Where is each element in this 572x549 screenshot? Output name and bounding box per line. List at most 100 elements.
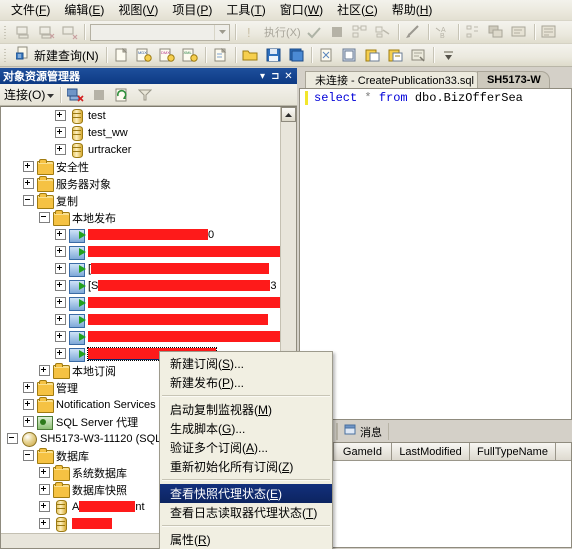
toolbar-overflow-icon[interactable] — [438, 46, 459, 65]
tree-node[interactable]: 安全性 — [1, 158, 281, 175]
connect-object-explorer-icon[interactable] — [13, 23, 34, 42]
tree-node[interactable] — [1, 243, 282, 260]
expand-plus-icon[interactable] — [39, 501, 50, 512]
copy-icon[interactable] — [339, 46, 360, 65]
tree-node[interactable]: test_ww — [1, 124, 281, 141]
publication-context-menu[interactable]: 新建订阅(S)... 新建发布(P)... 启动复制监视器(M) 生成脚本(G)...… — [159, 351, 333, 549]
expand-plus-icon[interactable] — [23, 178, 34, 189]
expand-plus-icon[interactable] — [55, 280, 66, 291]
disconnect-icon[interactable] — [65, 85, 86, 104]
comment-icon[interactable] — [486, 23, 507, 42]
menu-view[interactable]: 视图(V) — [111, 0, 165, 21]
expand-plus-icon[interactable] — [23, 382, 34, 393]
execute-label[interactable]: 执行(X) — [262, 24, 303, 40]
expand-plus-icon[interactable] — [39, 518, 50, 529]
save-all-icon[interactable] — [286, 46, 307, 65]
ctx-view-log-reader-agent-status[interactable]: 查看日志读取器代理状态(T) — [160, 503, 332, 522]
save-icon[interactable] — [263, 46, 284, 65]
ctx-properties[interactable]: 属性(R) — [160, 530, 332, 549]
collapse-minus-icon[interactable] — [7, 433, 18, 444]
connect-menu-label[interactable]: 连接(O) — [2, 86, 47, 103]
open-file-icon[interactable] — [240, 46, 261, 65]
increase-indent-icon[interactable] — [463, 23, 484, 42]
spell-check-icon[interactable]: AB — [433, 23, 454, 42]
tab-createpublication33[interactable]: 未连接 - CreatePublication33.sql — [305, 71, 483, 88]
tree-node[interactable]: [S 3 — [1, 277, 281, 294]
new-query-button[interactable]: 新建查询(N) — [12, 45, 103, 65]
ctx-validate-subscriptions[interactable]: 验证多个订阅(A)... — [160, 438, 332, 457]
expand-plus-icon[interactable] — [55, 229, 66, 240]
expand-plus-icon[interactable] — [55, 127, 66, 138]
tree-node[interactable]: 0 — [1, 226, 281, 243]
cut-icon[interactable] — [316, 46, 337, 65]
grid-column-header[interactable]: LastModified — [392, 443, 470, 460]
filter-icon[interactable] — [134, 85, 155, 104]
grid-column-header[interactable]: FullTypeName — [470, 443, 556, 460]
menu-tools[interactable]: 工具(T) — [219, 0, 272, 21]
collapse-minus-icon[interactable] — [23, 195, 34, 206]
tree-node[interactable]: [ — [1, 260, 281, 277]
tree-node[interactable] — [1, 311, 281, 328]
execute-icon[interactable]: ! — [240, 23, 261, 42]
expand-plus-icon[interactable] — [55, 297, 66, 308]
refresh-icon[interactable] — [111, 85, 132, 104]
menu-window[interactable]: 窗口(W) — [273, 0, 330, 21]
menu-help[interactable]: 帮助(H) — [385, 0, 440, 21]
paste-icon[interactable] — [362, 46, 383, 65]
display-estimated-plan-icon[interactable] — [350, 23, 371, 42]
collapse-minus-icon[interactable] — [39, 212, 50, 223]
menu-community[interactable]: 社区(C) — [330, 0, 385, 21]
tree-node[interactable]: 本地发布 — [1, 209, 281, 226]
design-query-icon[interactable] — [403, 23, 424, 42]
ctx-new-subscription[interactable]: 新建订阅(S)... — [160, 354, 332, 373]
menu-file[interactable]: 文件(F) — [4, 0, 57, 21]
scroll-up-button[interactable] — [281, 107, 296, 122]
expand-plus-icon[interactable] — [55, 331, 66, 342]
tree-node[interactable]: test — [1, 107, 281, 124]
paste-special-icon[interactable] — [385, 46, 406, 65]
tree-node[interactable]: urtracker — [1, 141, 281, 158]
properties-window-icon[interactable] — [408, 46, 429, 65]
toolbar-grip[interactable] — [3, 46, 10, 64]
toolbar-grip[interactable] — [3, 23, 10, 41]
tree-node[interactable]: 服务器对象 — [1, 175, 281, 192]
expand-plus-icon[interactable] — [39, 467, 50, 478]
stop-icon[interactable] — [88, 85, 109, 104]
ctx-generate-scripts[interactable]: 生成脚本(G)... — [160, 419, 332, 438]
include-actual-plan-icon[interactable] — [373, 23, 394, 42]
disconnect-icon[interactable] — [36, 23, 57, 42]
new-analysis-services-xmla-query-icon[interactable]: XML — [180, 46, 201, 65]
results-grid[interactable]: dGameIdLastModifiedFullTypeName — [313, 442, 572, 548]
expand-plus-icon[interactable] — [55, 246, 66, 257]
tab-sh5173-w[interactable]: SH5173-W — [476, 71, 550, 88]
parse-check-icon[interactable] — [304, 23, 325, 42]
ctx-view-snapshot-agent-status[interactable]: 查看快照代理状态(E) — [160, 484, 332, 503]
new-analysis-services-dmx-query-icon[interactable]: DMX — [157, 46, 178, 65]
expand-plus-icon[interactable] — [55, 144, 66, 155]
expand-plus-icon[interactable] — [23, 416, 34, 427]
uncomment-icon[interactable] — [509, 23, 530, 42]
ctx-new-publication[interactable]: 新建发布(P)... — [160, 373, 332, 392]
chevron-down-icon[interactable] — [214, 24, 229, 40]
new-database-engine-query-icon[interactable] — [111, 46, 132, 65]
collapse-minus-icon[interactable] — [23, 450, 34, 461]
menu-edit[interactable]: 编辑(E) — [57, 0, 111, 21]
auto-hide-pin-icon[interactable]: ⊐ — [269, 71, 282, 82]
new-sql-server-compact-query-icon[interactable] — [210, 46, 231, 65]
panel-menu-icon[interactable]: ▾ — [256, 71, 269, 82]
database-combo[interactable] — [90, 23, 230, 41]
sql-code-editor[interactable]: select * from dbo.BizOfferSea — [299, 88, 572, 420]
tree-node[interactable] — [1, 328, 288, 345]
change-connection-icon[interactable] — [59, 23, 80, 42]
stop-icon[interactable] — [327, 23, 348, 42]
ctx-reinitialize-all-subscriptions[interactable]: 重新初始化所有订阅(Z) — [160, 457, 332, 476]
menu-project[interactable]: 项目(P) — [165, 0, 219, 21]
close-icon[interactable]: ✕ — [282, 71, 295, 82]
new-analysis-services-mdx-query-icon[interactable]: MDX — [134, 46, 155, 65]
tree-node[interactable] — [1, 294, 284, 311]
expand-plus-icon[interactable] — [23, 399, 34, 410]
expand-plus-icon[interactable] — [55, 263, 66, 274]
object-browser-icon[interactable] — [539, 23, 560, 42]
expand-plus-icon[interactable] — [55, 314, 66, 325]
tab-messages[interactable]: 消息 — [337, 423, 389, 440]
